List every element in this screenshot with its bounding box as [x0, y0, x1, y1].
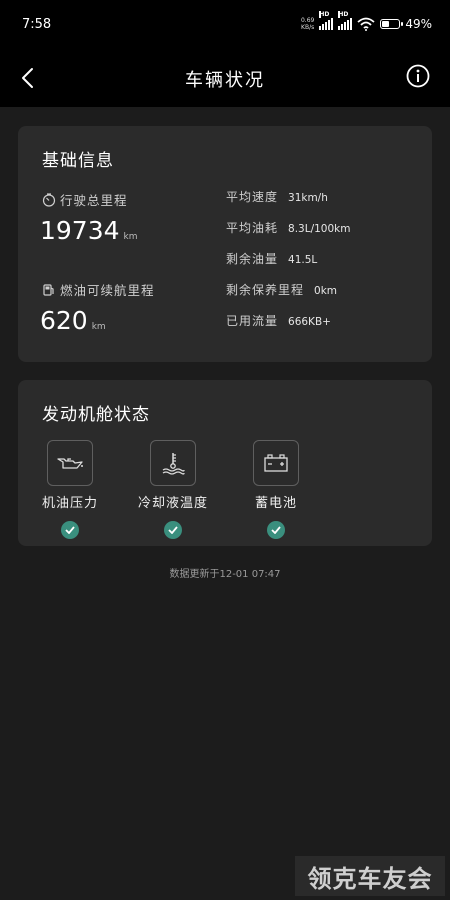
maintenance-mileage-row: 剩余保养里程 0km	[226, 283, 338, 297]
oil-pressure-label: 机油压力	[41, 496, 98, 511]
basic-info-card: 基础信息 行驶总里程 19734 km 燃油可续航里程 620 km 平均速度 31k…	[18, 126, 432, 362]
coolant-temp-item[interactable]: 冷却液温度	[123, 440, 223, 539]
battery-icon	[380, 19, 404, 29]
fuel-range-label: 燃油可续航里程	[42, 280, 155, 299]
car-battery-icon	[264, 454, 288, 472]
avg-speed-row: 平均速度 31km/h	[226, 190, 328, 204]
check-icon	[267, 521, 285, 539]
battery-percent: 49%	[405, 17, 432, 31]
app-header: 车辆状况	[0, 52, 450, 107]
timer-icon	[42, 192, 56, 207]
info-button[interactable]	[400, 62, 436, 98]
status-icons: 0.69 KB/s HD HD 49%	[300, 11, 432, 35]
page-title: 车辆状况	[185, 70, 265, 91]
signal-icon: HD	[338, 11, 353, 30]
check-icon	[61, 521, 79, 539]
avg-fuel-consumption-row: 平均油耗 8.3L/100km	[226, 221, 351, 235]
total-mileage-label: 行驶总里程	[42, 190, 128, 209]
status-time: 7:58	[22, 17, 52, 32]
basic-info-title: 基础信息	[42, 151, 114, 171]
wifi-icon	[357, 17, 375, 31]
engine-status-card: 发动机舱状态 机油压力 冷却液温度 蓄电池	[18, 380, 432, 546]
battery-label: 蓄电池	[254, 496, 297, 511]
signal-icon: HD	[319, 11, 334, 30]
network-speed: 0.69 KB/s	[300, 17, 315, 31]
oil-can-icon	[57, 458, 83, 469]
coolant-temp-icon	[162, 453, 185, 475]
update-time-text: 数据更新于12-01 07:47	[169, 569, 281, 580]
battery-item[interactable]: 蓄电池	[226, 440, 326, 539]
remaining-fuel-row: 剩余油量 41.5L	[226, 252, 318, 266]
fuel-range-value: 620 km	[40, 306, 106, 335]
oil-pressure-item[interactable]: 机油压力	[20, 440, 120, 539]
coolant-temp-label: 冷却液温度	[137, 496, 208, 511]
watermark-logo: 领克车友会	[295, 856, 445, 896]
data-usage-row: 已用流量 666KB+	[226, 314, 331, 328]
engine-status-title: 发动机舱状态	[42, 405, 150, 425]
status-bar: 7:58 0.69 KB/s HD HD 49%	[0, 0, 450, 52]
total-mileage-value: 19734 km	[40, 216, 138, 245]
fuel-pump-icon	[43, 283, 54, 296]
info-circle-icon	[406, 64, 430, 88]
check-icon	[164, 521, 182, 539]
